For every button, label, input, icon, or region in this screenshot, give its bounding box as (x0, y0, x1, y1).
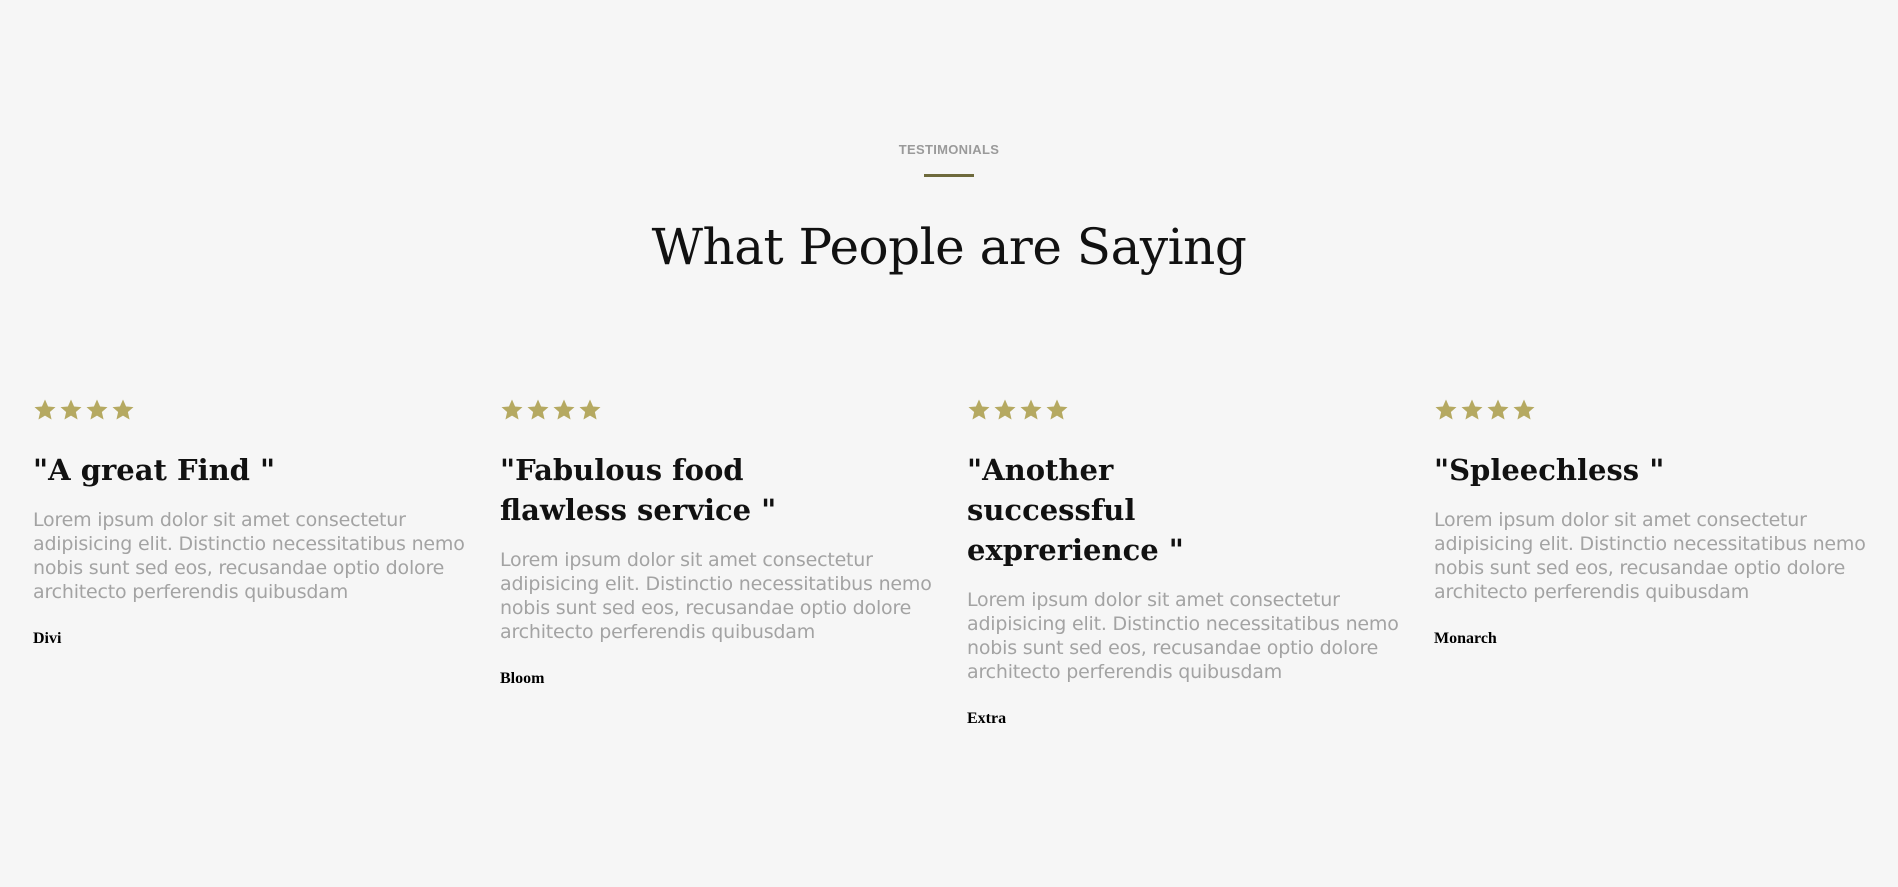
testimonial-quote: "Fabulous food flawless service " (500, 453, 777, 527)
star-icon (1460, 398, 1484, 422)
testimonial-author: Extra (967, 710, 1007, 727)
testimonial-text: Lorem ipsum dolor sit amet consectetur a… (33, 509, 465, 603)
testimonial-text: Lorem ipsum dolor sit amet consectetur a… (1434, 509, 1866, 603)
testimonial-cards: "A great Find " Lorem ipsum dolor sit am… (33, 392, 1873, 728)
testimonial-card: "Spleechless " Lorem ipsum dolor sit ame… (1434, 392, 1898, 728)
testimonial-quote: "A great Find " (33, 453, 276, 487)
star-icon (967, 398, 991, 422)
star-icon (578, 398, 602, 422)
star-icon (526, 398, 550, 422)
star-rating (967, 392, 1434, 428)
star-icon (1486, 398, 1510, 422)
star-icon (552, 398, 576, 422)
star-icon (111, 398, 135, 422)
star-rating (33, 392, 500, 428)
star-icon (85, 398, 109, 422)
testimonial-card: "Fabulous food flawless service " Lorem … (500, 392, 967, 728)
section-eyebrow: TESTIMONIALS (898, 142, 1000, 157)
star-icon (993, 398, 1017, 422)
testimonial-text: Lorem ipsum dolor sit amet consectetur a… (967, 589, 1399, 683)
star-icon (500, 398, 524, 422)
section-title: What People are Saying (651, 218, 1247, 276)
testimonial-card: "A great Find " Lorem ipsum dolor sit am… (33, 392, 500, 728)
star-rating (500, 392, 967, 428)
testimonial-author: Monarch (1434, 630, 1497, 647)
star-icon (1045, 398, 1069, 422)
star-icon (33, 398, 57, 422)
star-icon (1512, 398, 1536, 422)
testimonial-text: Lorem ipsum dolor sit amet consectetur a… (500, 549, 932, 643)
star-rating (1434, 392, 1898, 428)
testimonial-quote: "Spleechless " (1434, 453, 1665, 487)
eyebrow-divider (924, 174, 974, 177)
testimonial-quote: "Another successful exprerience " (967, 453, 1184, 567)
star-icon (1434, 398, 1458, 422)
star-icon (1019, 398, 1043, 422)
star-icon (59, 398, 83, 422)
testimonial-author: Bloom (500, 670, 545, 687)
testimonial-card: "Another successful exprerience " Lorem … (967, 392, 1434, 728)
testimonials-section: TESTIMONIALS What People are Saying "A g… (0, 0, 1898, 887)
testimonial-author: Divi (33, 630, 62, 647)
